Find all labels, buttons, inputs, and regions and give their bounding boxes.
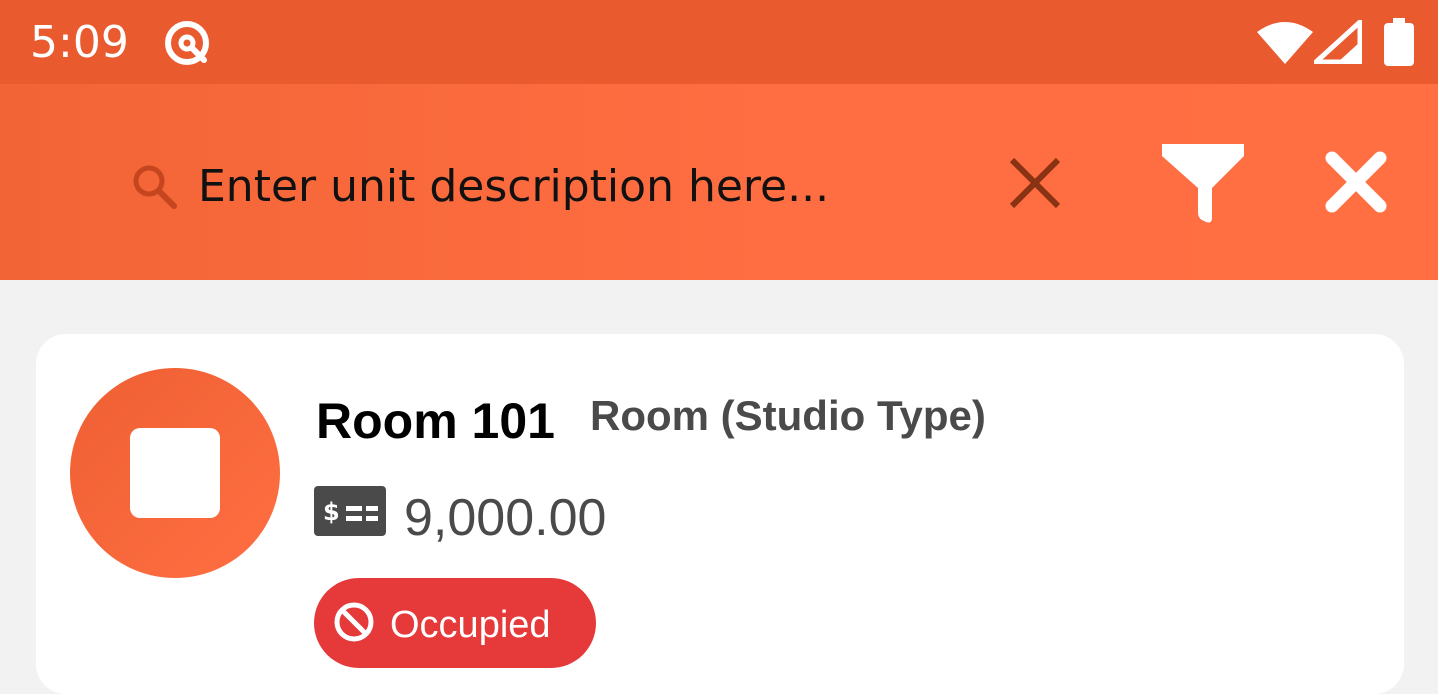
status-time: 5:09 bbox=[30, 17, 129, 68]
svg-text:$: $ bbox=[323, 498, 340, 526]
unit-name: Room 101 bbox=[316, 393, 555, 449]
signal-icon bbox=[1314, 20, 1362, 64]
filter-icon[interactable] bbox=[1158, 138, 1248, 228]
wifi-icon bbox=[1257, 22, 1313, 64]
status-badge: Occupied bbox=[314, 578, 596, 668]
cash-icon: $ bbox=[314, 486, 386, 536]
unit-square-icon bbox=[130, 428, 220, 518]
search-icon bbox=[133, 165, 177, 209]
battery-icon bbox=[1384, 18, 1414, 66]
app-notification-icon bbox=[165, 21, 209, 65]
status-badge-label: Occupied bbox=[390, 604, 551, 646]
search-input[interactable] bbox=[198, 156, 958, 216]
unit-price: 9,000.00 bbox=[404, 489, 607, 547]
unit-avatar bbox=[70, 368, 280, 578]
status-bar: 5:09 bbox=[0, 0, 1438, 84]
clear-icon[interactable] bbox=[1004, 152, 1066, 214]
unit-type: Room (Studio Type) bbox=[590, 392, 986, 439]
block-icon bbox=[334, 602, 374, 642]
close-icon[interactable] bbox=[1322, 148, 1390, 216]
